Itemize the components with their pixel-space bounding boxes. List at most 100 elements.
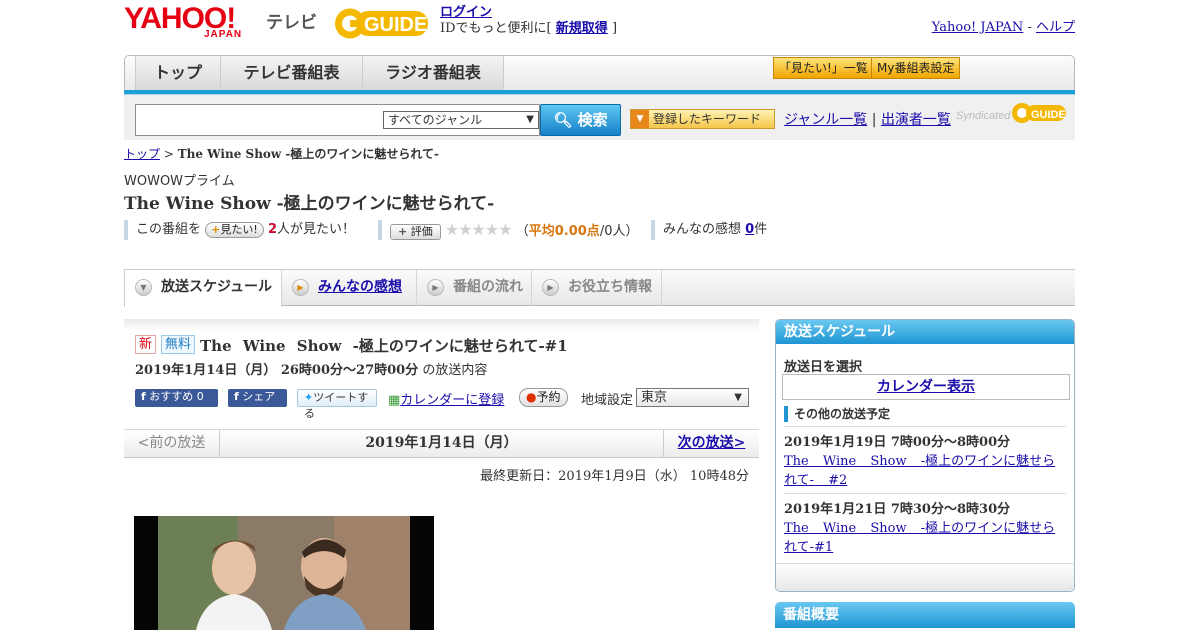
calendar-plus-icon: ▦	[388, 393, 401, 408]
region-value: 東京	[641, 390, 668, 405]
last-updated: 最終更新日：2019年1月9日（水） 10時48分	[480, 469, 749, 484]
sidebar-footer	[776, 563, 1074, 591]
login-block: ログイン IDでもっと便利に[ 新規取得 ]	[440, 5, 617, 37]
tab-label: 番組の流れ	[453, 279, 523, 295]
calendar-add-link[interactable]: カレンダーに登録	[400, 393, 504, 408]
yahoo-japan-logo-sub: JAPAN	[204, 29, 243, 40]
calendar-add[interactable]: ▦カレンダーに登録	[388, 389, 504, 408]
episode-title: The Wine Show -極上のワインに魅せられて-#1	[200, 337, 568, 355]
want-to-watch-label: 見たい!	[220, 222, 258, 236]
tab-broadcast-schedule[interactable]: ▼ 放送スケジュール	[124, 270, 282, 307]
recommend-label: おすすめ 0	[149, 390, 204, 403]
want-count: 2	[267, 222, 277, 237]
schedule-item-date: 2019年1月21日 7時30分～8時30分	[784, 502, 1011, 517]
want-suffix: 人が見たい！	[276, 222, 355, 237]
average-open: （	[515, 224, 529, 239]
breadcrumb-current: The Wine Show -極上のワインに魅せられて-	[177, 147, 440, 161]
yahoo-japan-link[interactable]: Yahoo! JAPAN	[932, 20, 1024, 35]
g-guide-small-logo: GUIDE	[1012, 102, 1068, 124]
facebook-recommend-button[interactable]: f おすすめ 0	[135, 389, 218, 407]
my-schedule-settings-button[interactable]: My番組表設定	[871, 57, 961, 79]
program-overview-title: 番組概要	[775, 602, 1075, 628]
registered-keywords-button[interactable]: ▼ 登録したキーワード	[630, 109, 775, 129]
schedule-item-link[interactable]: The Wine Show -極上のワインに魅せられて- #2	[784, 454, 1055, 488]
nav-tab-radio-schedule[interactable]: ラジオ番組表	[362, 56, 504, 90]
chevron-down-icon: ▼	[526, 114, 534, 125]
guide-logo-text: GUIDE	[364, 14, 427, 36]
star-rating: ★★★★★	[444, 220, 513, 239]
episode-content-suffix: の放送内容	[422, 363, 488, 378]
chevron-down-icon: ▼	[734, 392, 742, 403]
main-nav: トップ テレビ番組表 ラジオ番組表 「見たい!」一覧 My番組表設定	[124, 55, 1075, 91]
tab-label: お役立ち情報	[568, 279, 652, 295]
search-button[interactable]: 🔍︎ 検索	[540, 104, 621, 136]
rate-button[interactable]: + 評価	[390, 223, 441, 240]
average-rest: /0人）	[599, 224, 639, 239]
facebook-icon: f	[234, 390, 239, 403]
reserve-button[interactable]: ●予約	[519, 388, 568, 407]
syndicated-label: Syndicated	[956, 110, 1011, 122]
breadcrumb-home[interactable]: トップ	[124, 147, 160, 161]
login-link[interactable]: ログイン	[440, 5, 492, 20]
genre-select[interactable]: すべてのジャンル ▼	[383, 111, 539, 129]
facebook-icon: f	[141, 390, 146, 403]
current-broadcast-date: 2019年1月14日（月）	[365, 435, 518, 451]
plus-icon: +	[211, 222, 221, 236]
impressions-count-link[interactable]: 0	[745, 222, 754, 237]
search-button-label: 検索	[577, 111, 608, 129]
genre-list-link[interactable]: ジャンル一覧	[784, 112, 867, 128]
region-select[interactable]: 東京 ▼	[636, 388, 749, 407]
prev-broadcast[interactable]: <前の放送	[124, 430, 220, 457]
tab-useful-info[interactable]: ▶ お役立ち情報	[532, 270, 662, 306]
want-list-button[interactable]: 「見たい!」一覧	[773, 57, 874, 79]
top-right-links: Yahoo! JAPAN - ヘルプ	[932, 16, 1075, 35]
broadcast-pager: <前の放送 2019年1月14日（月） 次の放送>	[124, 429, 759, 458]
channel-name: WOWOWプライム	[124, 174, 235, 189]
tweet-button[interactable]: ✦ツイートする	[297, 389, 377, 420]
region-label: 地域設定	[581, 393, 634, 408]
episode-datetime-value: 2019年1月14日（月） 26時00分～27時00分	[135, 363, 419, 378]
cast-list-link[interactable]: 出演者一覧	[881, 112, 951, 128]
share-label: シェア	[242, 390, 276, 403]
signup-link[interactable]: 新規取得	[556, 21, 608, 36]
page-title: The Wine Show -極上のワインに魅せられて-	[124, 194, 495, 214]
g-guide-logo[interactable]: GUIDE	[334, 7, 432, 40]
breadcrumb-sep: >	[160, 147, 178, 161]
program-tabs: ▼ 放送スケジュール ▶ みんなの感想 ▶ 番組の流れ ▶ お役立ち情報	[124, 269, 1075, 307]
chevron-right-icon: ▶	[427, 279, 444, 296]
chevron-right-icon: ▶	[292, 279, 309, 296]
schedule-item: 2019年1月19日 7時00分～8時00分 The Wine Show -極上…	[784, 426, 1066, 490]
tab-label: 放送スケジュール	[161, 279, 273, 295]
average-score: 平均0.00点	[528, 224, 600, 239]
calendar-view-button[interactable]: カレンダー表示	[782, 374, 1070, 400]
rate-button-label: 評価	[410, 224, 433, 238]
search-links: ジャンル一覧 | 出演者一覧	[784, 109, 951, 129]
reserve-label: 予約	[536, 390, 561, 404]
nav-tab-top[interactable]: トップ	[135, 56, 220, 90]
impressions-unit: 件	[754, 222, 768, 237]
tv-label[interactable]: テレビ	[266, 8, 317, 33]
schedule-item-link[interactable]: The Wine Show -極上のワインに魅せられて-#1	[784, 521, 1055, 555]
nav-tab-tv-schedule[interactable]: テレビ番組表	[220, 56, 362, 90]
new-badge: 新	[135, 335, 157, 354]
program-photo	[134, 516, 434, 630]
tab-program-flow[interactable]: ▶ 番組の流れ	[417, 270, 532, 306]
triangle-down-icon: ▼	[631, 110, 649, 128]
help-link[interactable]: ヘルプ	[1036, 20, 1075, 35]
plus-icon: +	[398, 224, 408, 238]
record-dot-icon: ●	[526, 390, 537, 404]
facebook-share-button[interactable]: f シェア	[228, 389, 287, 407]
want-to-watch-button[interactable]: +見たい!	[205, 221, 264, 238]
free-badge: 無料	[161, 335, 196, 354]
select-date-label: 放送日を選択	[784, 360, 863, 375]
next-broadcast-link[interactable]: 次の放送>	[663, 430, 759, 457]
other-schedule-label: その他の放送予定	[784, 406, 890, 422]
login-prompt: IDでもっと便利に[	[440, 21, 552, 36]
links-divider: |	[871, 112, 877, 128]
tab-impressions[interactable]: ▶ みんなの感想	[282, 270, 417, 306]
sidebar-schedule-title: 放送スケジュール	[776, 320, 1074, 344]
genre-select-value: すべてのジャンル	[388, 113, 483, 127]
impressions-segment: みんなの感想 0件	[651, 220, 767, 240]
rating-segment: + 評価 ★★★★★ （平均0.00点/0人）	[378, 220, 638, 240]
schedule-item: 2019年1月21日 7時30分～8時30分 The Wine Show -極上…	[784, 493, 1066, 557]
